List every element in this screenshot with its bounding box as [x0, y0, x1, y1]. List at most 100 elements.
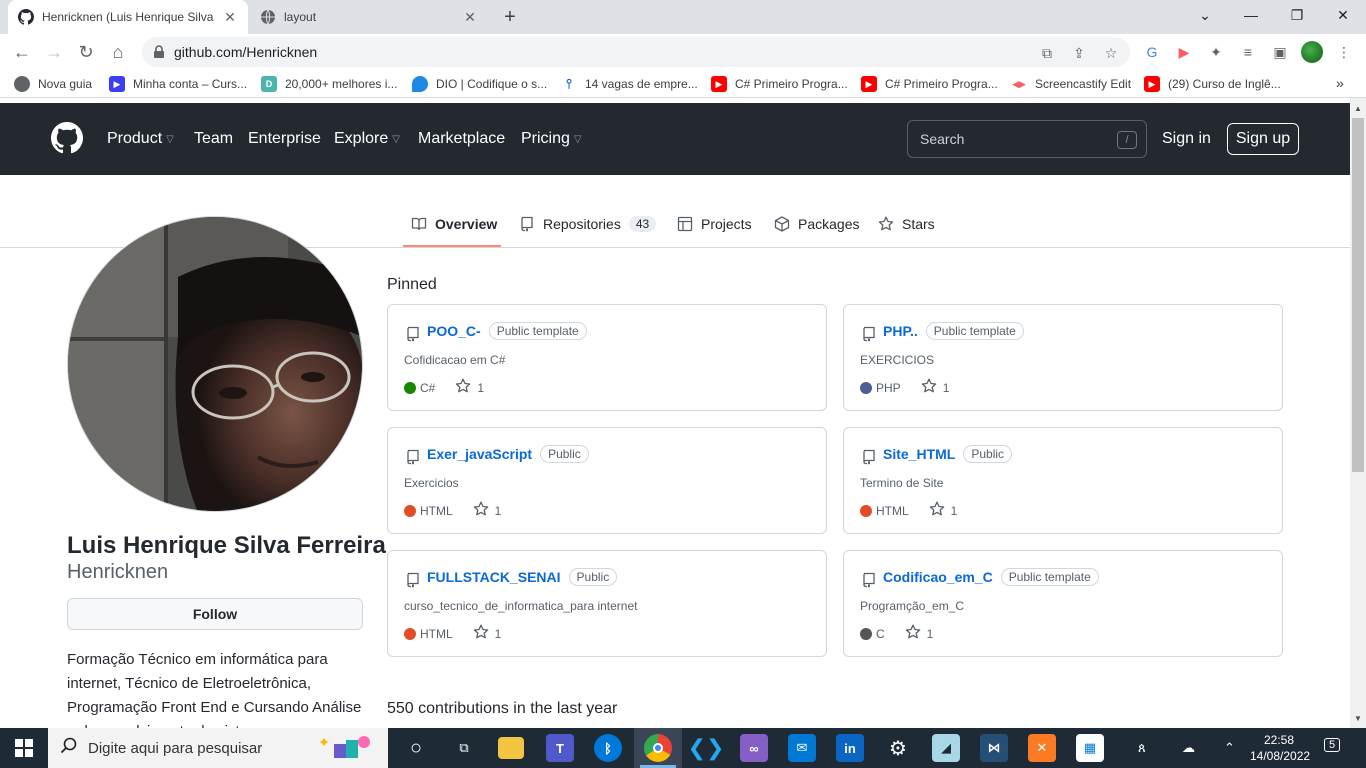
- menu-kebab-icon[interactable]: ⋮: [1334, 42, 1354, 62]
- bookmark-item[interactable]: ▶ Minha conta – Curs...: [109, 75, 247, 93]
- sign-up-button[interactable]: Sign up: [1227, 123, 1299, 155]
- pinned-repo-card: Codificao_em_C Public template Programção_…: [843, 550, 1283, 657]
- nav-team[interactable]: Team: [194, 129, 233, 149]
- people-icon[interactable]: ጰ: [1138, 740, 1146, 756]
- star-count: 1: [926, 626, 934, 641]
- tab-projects[interactable]: Projects: [677, 213, 752, 235]
- nav-marketplace[interactable]: Marketplace: [418, 129, 505, 149]
- system-clock[interactable]: 22:58 14/08/2022: [1250, 732, 1310, 764]
- page-scrollbar[interactable]: ▲ ▼: [1350, 98, 1366, 728]
- repo-stars-link[interactable]: 1: [455, 378, 484, 397]
- close-tab-icon[interactable]: ✕: [462, 9, 478, 26]
- repo-stars-link[interactable]: 1: [905, 624, 934, 643]
- repo-name-link[interactable]: PHP..: [883, 323, 918, 339]
- xampp-icon[interactable]: ✕: [1028, 734, 1056, 762]
- maximize-button[interactable]: ❐: [1274, 0, 1320, 30]
- bookmark-item[interactable]: ▶ C# Primeiro Progra...: [711, 75, 848, 93]
- url-text[interactable]: github.com/Henricknen: [174, 44, 317, 60]
- close-window-button[interactable]: ✕: [1320, 0, 1366, 30]
- tab-repositories[interactable]: Repositories 43: [519, 213, 657, 235]
- sign-in-link[interactable]: Sign in: [1162, 130, 1211, 148]
- linkedin-icon[interactable]: in: [836, 734, 864, 762]
- extensions-icon[interactable]: ✦: [1206, 42, 1226, 62]
- repo-stars-link[interactable]: 1: [929, 501, 957, 520]
- browser-tab-layout[interactable]: layout ✕: [250, 0, 488, 34]
- repo-name-link[interactable]: FULLSTACK_SENAI: [427, 569, 561, 585]
- microsoft-store-icon[interactable]: ▦: [1076, 734, 1104, 762]
- weather-icon[interactable]: ☁: [1182, 740, 1195, 756]
- chevron-up-icon[interactable]: ⌃: [1224, 740, 1235, 756]
- github-logo-icon[interactable]: [51, 122, 83, 154]
- repo-stars-link[interactable]: 1: [921, 378, 949, 397]
- sticky-notes-icon[interactable]: ◢: [932, 734, 960, 762]
- chevron-right-icon[interactable]: »: [1336, 75, 1344, 91]
- repo-name-link[interactable]: POO_C-: [427, 323, 481, 339]
- bluetooth-icon[interactable]: ᛒ: [594, 734, 622, 762]
- taskbar-search-box[interactable]: Digite aqui para pesquisar: [48, 728, 388, 768]
- google-translate-icon[interactable]: G: [1142, 42, 1162, 62]
- bookmark-item[interactable]: D 20,000+ melhores i...: [261, 75, 397, 93]
- reload-icon[interactable]: ↻: [74, 40, 98, 64]
- nav-product[interactable]: Product ▽: [107, 129, 174, 149]
- chrome-icon[interactable]: [644, 734, 672, 762]
- share-icon[interactable]: ⇪: [1070, 44, 1088, 62]
- bookmark-item[interactable]: ⫯ 14 vagas de empre...: [561, 75, 698, 93]
- visual-studio-icon[interactable]: ∞: [740, 734, 768, 762]
- close-tab-icon[interactable]: ✕: [222, 9, 238, 26]
- repo-stars-link[interactable]: 1: [473, 624, 501, 643]
- video-icon: ▶: [109, 76, 125, 92]
- tab-packages[interactable]: Packages: [774, 213, 859, 235]
- search-shortcut-badge: /: [1117, 131, 1137, 149]
- address-bar[interactable]: github.com/Henricknen ⧉ ⇪ ☆: [142, 37, 1130, 67]
- visibility-badge: Public template: [1000, 568, 1099, 586]
- windows-start-button[interactable]: [0, 728, 48, 768]
- file-explorer-icon[interactable]: [498, 737, 524, 759]
- browser-tab-github[interactable]: Henricknen (Luis Henrique Silva F ✕: [8, 0, 248, 34]
- follow-button[interactable]: Follow: [67, 598, 363, 630]
- tab-search-icon[interactable]: ⌄: [1182, 0, 1228, 30]
- tab-stars[interactable]: Stars: [878, 213, 935, 235]
- screencastify-icon[interactable]: ▶: [1174, 42, 1194, 62]
- bookmark-item[interactable]: DIO | Codifique o s...: [412, 75, 547, 93]
- tab-overview[interactable]: Overview: [411, 213, 497, 235]
- visibility-badge: Public: [568, 568, 618, 586]
- bookmark-item[interactable]: ▶ C# Primeiro Progra...: [861, 75, 998, 93]
- new-tab-button[interactable]: +: [498, 5, 522, 29]
- home-icon[interactable]: ⌂: [106, 40, 130, 64]
- search-input[interactable]: [908, 121, 1146, 157]
- repo-stars-link[interactable]: 1: [473, 501, 501, 520]
- sql-server-icon[interactable]: ⋈: [980, 734, 1008, 762]
- nav-pricing[interactable]: Pricing ▽: [521, 129, 582, 149]
- vscode-icon[interactable]: ❮❯: [688, 734, 725, 762]
- bookmark-item[interactable]: ◀▶ Screencastify Edit: [1011, 75, 1131, 93]
- bookmark-item[interactable]: Nova guia: [14, 75, 92, 93]
- avatar[interactable]: [67, 216, 363, 512]
- settings-gear-icon[interactable]: ⚙: [884, 734, 912, 762]
- teams-icon[interactable]: T: [546, 734, 574, 762]
- mail-icon[interactable]: ✉: [788, 734, 816, 762]
- chevron-down-icon: ▽: [392, 133, 400, 145]
- bookmark-star-icon[interactable]: ☆: [1102, 44, 1120, 62]
- task-view-icon[interactable]: ⧉: [450, 734, 478, 762]
- media-control-icon[interactable]: ≡: [1238, 42, 1258, 62]
- notification-center-icon[interactable]: 5: [1324, 738, 1341, 752]
- scroll-down-arrow-icon[interactable]: ▼: [1354, 714, 1362, 723]
- minimize-button[interactable]: —: [1228, 0, 1274, 30]
- profile-avatar[interactable]: [1301, 41, 1323, 63]
- scroll-up-arrow-icon[interactable]: ▲: [1354, 104, 1362, 113]
- cortana-icon[interactable]: ○: [402, 734, 430, 762]
- pinned-repo-card: FULLSTACK_SENAI Public curso_tecnico_de_in…: [387, 550, 827, 657]
- scrollbar-thumb[interactable]: [1352, 118, 1364, 472]
- bookmark-item[interactable]: ▶ (29) Curso de Inglê...: [1144, 75, 1281, 93]
- visibility-badge: Public template: [488, 322, 587, 340]
- nav-explore[interactable]: Explore ▽: [334, 129, 400, 149]
- back-arrow-icon[interactable]: ←: [10, 40, 34, 64]
- nav-enterprise[interactable]: Enterprise: [248, 129, 321, 149]
- side-panel-icon[interactable]: ▣: [1270, 42, 1290, 62]
- repo-icon: [861, 449, 877, 465]
- open-in-app-icon[interactable]: ⧉: [1038, 44, 1056, 62]
- forward-arrow-icon[interactable]: →: [42, 40, 66, 64]
- repo-name-link[interactable]: Site_HTML: [883, 446, 955, 462]
- repo-name-link[interactable]: Codificao_em_C: [883, 569, 993, 585]
- repo-name-link[interactable]: Exer_javaScript: [427, 446, 532, 462]
